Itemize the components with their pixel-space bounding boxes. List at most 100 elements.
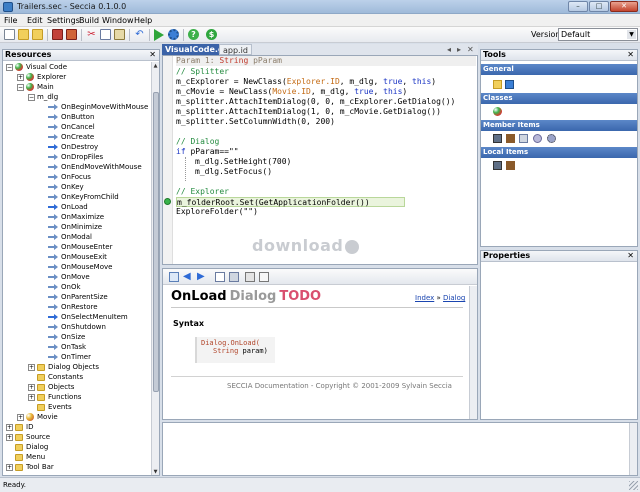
save-member-icon[interactable] <box>493 134 502 143</box>
tree-item[interactable]: OnKey <box>48 182 84 192</box>
tree-item[interactable]: OnMaximize <box>48 212 104 222</box>
copy-icon[interactable] <box>100 29 111 40</box>
tree-item[interactable]: OnFocus <box>48 172 91 182</box>
tree-item[interactable]: + ID <box>6 422 33 432</box>
open-recent-icon[interactable] <box>32 29 43 40</box>
tools-section-local-items[interactable]: Local Items <box>481 147 637 158</box>
tree-item[interactable]: OnMouseEnter <box>48 242 112 252</box>
tree-item[interactable]: OnLoad <box>48 202 88 212</box>
tab-next-icon[interactable]: ▸ <box>457 45 461 54</box>
tree-item[interactable]: OnKeyFromChild <box>48 192 119 202</box>
tree-item[interactable]: + Dialog Objects <box>28 362 99 372</box>
link-index[interactable]: Index <box>415 294 434 302</box>
tools-section-classes[interactable]: Classes <box>481 93 637 104</box>
tree-item[interactable]: OnButton <box>48 112 94 122</box>
tree-item[interactable]: − m_dlg <box>28 92 58 102</box>
menu-window[interactable]: Window <box>102 16 134 25</box>
tree-item[interactable]: OnMouseExit <box>48 252 107 262</box>
tab-app-id[interactable]: app.id <box>219 44 252 55</box>
paste-icon[interactable] <box>114 29 125 40</box>
menu-settings[interactable]: Settings <box>47 16 80 25</box>
tree-item[interactable]: + Tool Bar <box>6 462 54 472</box>
run-icon[interactable] <box>154 29 164 41</box>
tree-item[interactable]: Menu <box>15 452 45 462</box>
collapse-icon[interactable]: − <box>6 63 13 71</box>
collapse-icon[interactable]: − <box>17 83 24 91</box>
tree-item[interactable]: − Main <box>17 82 54 92</box>
tree-item[interactable]: OnCreate <box>48 132 94 142</box>
tree-item[interactable]: + Explorer <box>17 72 66 82</box>
tree-item[interactable]: OnTask <box>48 342 86 352</box>
menu-build[interactable]: Build <box>79 16 99 25</box>
cut-icon[interactable]: ✂ <box>86 29 97 40</box>
properties-close-icon[interactable]: ✕ <box>627 251 634 261</box>
expand-icon[interactable]: + <box>17 413 24 421</box>
scroll-down-icon[interactable]: ▼ <box>152 468 159 475</box>
page-icon[interactable] <box>259 272 269 282</box>
collapse-icon[interactable]: − <box>28 93 35 101</box>
minimize-button[interactable]: – <box>568 1 588 12</box>
tree-item[interactable]: OnOk <box>48 282 81 292</box>
help-icon[interactable]: ? <box>188 29 199 40</box>
forward-arrow-icon[interactable]: ▶ <box>197 272 207 282</box>
expand-icon[interactable]: + <box>6 463 13 471</box>
doc-scrollbar[interactable] <box>469 286 477 419</box>
tab-prev-icon[interactable]: ◂ <box>447 45 451 54</box>
version-select[interactable]: Default ▼ <box>558 28 638 41</box>
back-arrow-icon[interactable]: ◀ <box>183 272 193 282</box>
expand-icon[interactable]: + <box>28 393 35 401</box>
link-dialog[interactable]: Dialog <box>443 294 465 302</box>
tree-item[interactable]: OnTimer <box>48 352 91 362</box>
tools-section-member-items[interactable]: Member Items <box>481 120 637 131</box>
save-local-icon[interactable] <box>493 161 502 170</box>
maximize-button[interactable]: □ <box>589 1 609 12</box>
tree-item[interactable]: OnCancel <box>48 122 95 132</box>
event-icon[interactable] <box>547 134 556 143</box>
local-variable-icon[interactable] <box>506 161 515 170</box>
donate-dollar-icon[interactable]: $ <box>206 29 217 40</box>
print-icon[interactable] <box>245 272 255 282</box>
tree-item[interactable]: OnSelectMenuItem <box>48 312 128 322</box>
resources-scrollbar[interactable]: ▲ ▼ <box>151 62 159 475</box>
tab-close-icon[interactable]: ✕ <box>467 45 474 54</box>
tree-item[interactable]: − Visual Code <box>6 62 67 72</box>
tools-section-general[interactable]: General <box>481 64 637 75</box>
tree-item[interactable]: + Objects <box>28 382 74 392</box>
close-button[interactable]: ✕ <box>610 1 638 12</box>
undo-icon[interactable]: ↶ <box>134 29 145 40</box>
tree-item[interactable]: OnShutdown <box>48 322 106 332</box>
tree-item[interactable]: Constants <box>37 372 83 382</box>
tools-close-icon[interactable]: ✕ <box>627 50 634 60</box>
output-pane[interactable] <box>162 422 638 476</box>
tree-item[interactable]: Dialog <box>15 442 48 452</box>
tree-item[interactable]: OnModal <box>48 232 92 242</box>
scroll-up-icon[interactable]: ▲ <box>152 62 159 70</box>
save-icon[interactable] <box>52 29 63 40</box>
resize-grip-icon[interactable] <box>629 481 638 490</box>
tree-item[interactable]: OnMove <box>48 272 90 282</box>
code-area[interactable]: Param 1: String pParam // Splitter m_cEx… <box>176 56 476 264</box>
tree-item[interactable]: OnRestore <box>48 302 98 312</box>
tree-item[interactable]: OnEndMoveWithMouse <box>48 162 142 172</box>
expand-icon[interactable]: + <box>17 73 24 81</box>
open-folder-icon[interactable] <box>18 29 29 40</box>
tree-item[interactable]: OnDropFiles <box>48 152 103 162</box>
expand-icon[interactable]: + <box>6 423 13 431</box>
copy-icon[interactable] <box>215 272 225 282</box>
save-all-icon[interactable] <box>66 29 77 40</box>
menu-help[interactable]: Help <box>134 16 152 25</box>
tree-item[interactable]: OnMinimize <box>48 222 102 232</box>
expand-icon[interactable]: + <box>6 433 13 441</box>
menu-file[interactable]: File <box>4 16 17 25</box>
home-icon[interactable] <box>169 272 179 282</box>
resources-close-icon[interactable]: ✕ <box>149 50 156 60</box>
output-scrollbar[interactable] <box>629 423 637 475</box>
tree-item[interactable]: OnParentSize <box>48 292 108 302</box>
settings-gear-icon[interactable] <box>168 29 179 40</box>
variable-icon[interactable] <box>506 134 515 143</box>
function-icon[interactable] <box>533 134 542 143</box>
menu-edit[interactable]: Edit <box>27 16 43 25</box>
tree-item[interactable]: + Functions <box>28 392 81 402</box>
code-editor[interactable]: Param 1: String pParam // Splitter m_cEx… <box>162 55 478 265</box>
tree-item[interactable]: Events <box>37 402 72 412</box>
